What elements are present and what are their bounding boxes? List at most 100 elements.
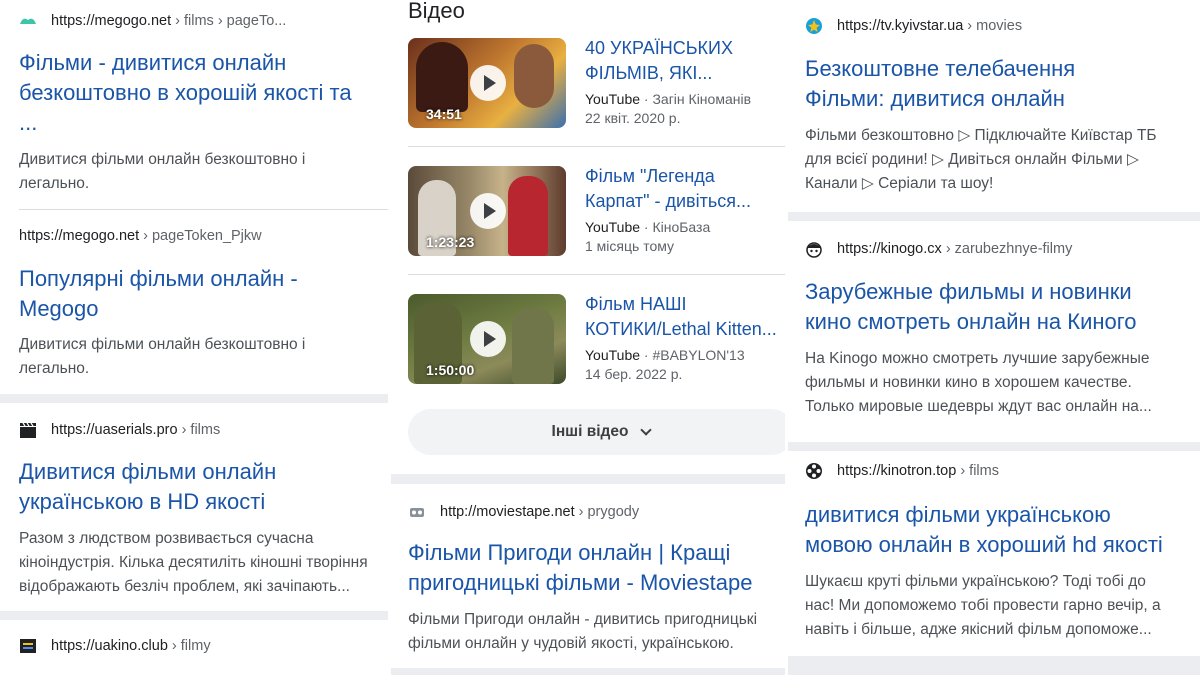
result-title-link[interactable]: дивитися фільми українською мовою онлайн… (805, 500, 1163, 560)
video-section-heading: Відео (408, 0, 465, 23)
title-line: Фільми: дивитися онлайн (805, 86, 1065, 111)
result-breadcrumb: › films (181, 422, 221, 438)
thumbnail-figure (508, 176, 548, 256)
title-line: КОТИКИ/Lethal Kitten... (585, 319, 777, 339)
snippet-line: навіть і більше, адже якісний фільм допо… (805, 621, 1152, 638)
title-line: українською в HD якості (19, 489, 266, 514)
snippet-line: фильмы и новинки кино в хорошем качестве… (805, 374, 1132, 391)
snippet-line: нас! Ми допоможемо тобі провести гарно в… (805, 597, 1161, 614)
result-source[interactable]: https://kinogo.cx › zarubezhnye-filmy (805, 240, 1072, 258)
result-source[interactable]: https://megogo.net › films › pageTo... (19, 12, 286, 30)
title-line: Фільми - дивитися онлайн (19, 50, 287, 75)
snippet-line: для всієї родини! ▷ Дивіться онлайн Філь… (805, 151, 1139, 168)
result-snippet: На Kinogo можно смотреть лучшие зарубежн… (805, 347, 1152, 419)
snippet-line: На Kinogo можно смотреть лучшие зарубежн… (805, 350, 1150, 367)
result-title-link[interactable]: Фільми Пригоди онлайн | Кращі пригодниць… (408, 538, 752, 598)
snippet-line: Разом з людством розвивається сучасна (19, 530, 314, 547)
snippet-line: легально. (19, 360, 90, 377)
play-icon[interactable] (470, 193, 506, 229)
result-site: https://uakino.club (51, 638, 168, 654)
video-date: 22 квіт. 2020 р. (585, 110, 681, 126)
result-source[interactable]: https://uaserials.pro › films (19, 421, 220, 439)
result-title-link[interactable]: Безкоштовне телебачення Фільми: дивитися… (805, 54, 1195, 114)
video-date: 1 місяць тому (585, 238, 675, 254)
video-source: YouTube · #BABYLON'13 (585, 347, 745, 363)
title-line: ... (19, 110, 38, 135)
film-reel-favicon-icon (806, 463, 822, 479)
video-channel: · Загін Кіноманів (643, 91, 752, 107)
video-title-link[interactable]: Фільм "Легенда Карпат" - дивіться... (585, 164, 785, 214)
result-snippet: Шукаєш круті фільми українською? Тоді то… (805, 570, 1161, 642)
results-column-right: https://tv.kyivstar.ua › movies Безкошто… (788, 0, 1200, 675)
video-channel: · #BABYLON'13 (643, 347, 745, 363)
result-card: http://moviestape.net › prygody Фільми П… (391, 484, 785, 668)
result-snippet: Разом з людством розвивається сучасна кі… (19, 527, 368, 599)
result-site: https://megogo.net (51, 13, 172, 29)
title-line: 40 УКРАЇНСЬКИХ (585, 38, 733, 58)
result-title-link[interactable]: Зарубежные фильмы и новинки кино смотрет… (805, 277, 1137, 337)
result-source[interactable]: https://uakino.club › filmy (19, 637, 211, 655)
video-result[interactable]: 1:50:00 Фільм НАШІ КОТИКИ/Lethal Kitten.… (408, 294, 785, 384)
title-line: Популярні фільми онлайн - (19, 266, 298, 291)
more-videos-button[interactable]: Інші відео (408, 409, 785, 455)
title-line: безкоштовно в хорошій якості та (19, 80, 352, 105)
result-title-link[interactable]: Дивитися фільми онлайн українською в HD … (19, 457, 379, 517)
result-breadcrumb: › pageToken_Pjkw (143, 228, 262, 244)
result-source[interactable]: http://moviestape.net › prygody (408, 503, 639, 521)
result-title-link[interactable]: Фільми - дивитися онлайн безкоштовно в х… (19, 48, 388, 138)
title-line: Фільм НАШІ (585, 294, 687, 314)
play-icon[interactable] (470, 65, 506, 101)
snippet-line: Фільми безкоштовно ▷ Підключайте Київста… (805, 127, 1157, 144)
result-snippet: Фільми Пригоди онлайн - дивитись пригодн… (408, 608, 757, 656)
video-thumbnail[interactable]: 34:51 (408, 38, 566, 128)
divider (408, 274, 785, 275)
result-site: https://tv.kyivstar.ua (837, 18, 964, 34)
video-title-link[interactable]: Фільм НАШІ КОТИКИ/Lethal Kitten... (585, 292, 785, 342)
video-date: 14 бер. 2022 р. (585, 366, 683, 382)
snippet-line: відображають безліч проблем, які зачіпаю… (19, 578, 350, 595)
video-thumbnail[interactable]: 1:50:00 (408, 294, 566, 384)
video-duration: 34:51 (426, 106, 462, 122)
video-channel: · КіноБаза (643, 219, 711, 235)
snippet-line: фільми онлайн у чудовій якості, українсь… (408, 635, 734, 652)
result-source[interactable]: https://tv.kyivstar.ua › movies (805, 17, 1022, 35)
result-site: https://kinotron.top (837, 463, 957, 479)
result-card: https://kinogo.cx › zarubezhnye-filmy За… (788, 221, 1200, 442)
video-duration: 1:23:23 (426, 234, 475, 250)
result-breadcrumb: › filmy (171, 638, 211, 654)
result-breadcrumb: › films (960, 463, 999, 479)
play-icon[interactable] (470, 321, 506, 357)
snippet-line: Шукаєш круті фільми українською? Тоді то… (805, 573, 1146, 590)
video-source: YouTube · КіноБаза (585, 219, 710, 235)
video-duration: 1:50:00 (426, 362, 475, 378)
kinogo-favicon-icon (806, 242, 822, 258)
title-line: Безкоштовне телебачення (805, 56, 1076, 81)
video-thumbnail[interactable]: 1:23:23 (408, 166, 566, 256)
snippet-line: легально. (19, 175, 90, 192)
video-result[interactable]: 1:23:23 Фільм "Легенда Карпат" - дивітьс… (408, 166, 785, 256)
video-title-link[interactable]: 40 УКРАЇНСЬКИХ ФІЛЬМІВ, ЯКІ... (585, 36, 785, 86)
snippet-line: Дивитися фільми онлайн безкоштовно і (19, 151, 306, 168)
result-snippet: Фільми безкоштовно ▷ Підключайте Київста… (805, 124, 1157, 196)
title-line: Карпат" - дивіться... (585, 191, 751, 211)
results-column-middle: Відео 34:51 40 УКРАЇНСЬКИХ ФІЛЬМІВ, ЯКІ.… (391, 0, 785, 675)
megogo-favicon-icon (20, 18, 36, 24)
result-snippet: Дивитися фільми онлайн безкоштовно і лег… (19, 148, 305, 196)
result-breadcrumb: › movies (967, 18, 1023, 34)
result-card: https://uaserials.pro › films Дивитися ф… (0, 403, 388, 611)
snippet-line: Фільми Пригоди онлайн - дивитись пригодн… (408, 611, 758, 628)
title-line: Megogo (19, 296, 99, 321)
result-card: https://uakino.club › filmy (0, 620, 388, 675)
uakino-favicon-icon (20, 639, 36, 653)
result-source[interactable]: https://kinotron.top › films (805, 462, 999, 480)
video-platform: YouTube (585, 91, 641, 107)
snippet-line: Дивитися фільми онлайн безкоштовно і (19, 336, 306, 353)
thumbnail-figure (514, 44, 554, 108)
result-site: http://moviestape.net (440, 504, 575, 520)
kyivstar-favicon-icon (806, 18, 822, 34)
result-card: https://tv.kyivstar.ua › movies Безкошто… (788, 0, 1200, 212)
title-line: Фільми Пригоди онлайн | Кращі (408, 540, 731, 565)
result-source[interactable]: https://megogo.net › pageToken_Pjkw (19, 228, 262, 244)
result-title-link[interactable]: Популярні фільми онлайн - Megogo (19, 264, 379, 324)
video-result[interactable]: 34:51 40 УКРАЇНСЬКИХ ФІЛЬМІВ, ЯКІ... You… (408, 38, 785, 128)
